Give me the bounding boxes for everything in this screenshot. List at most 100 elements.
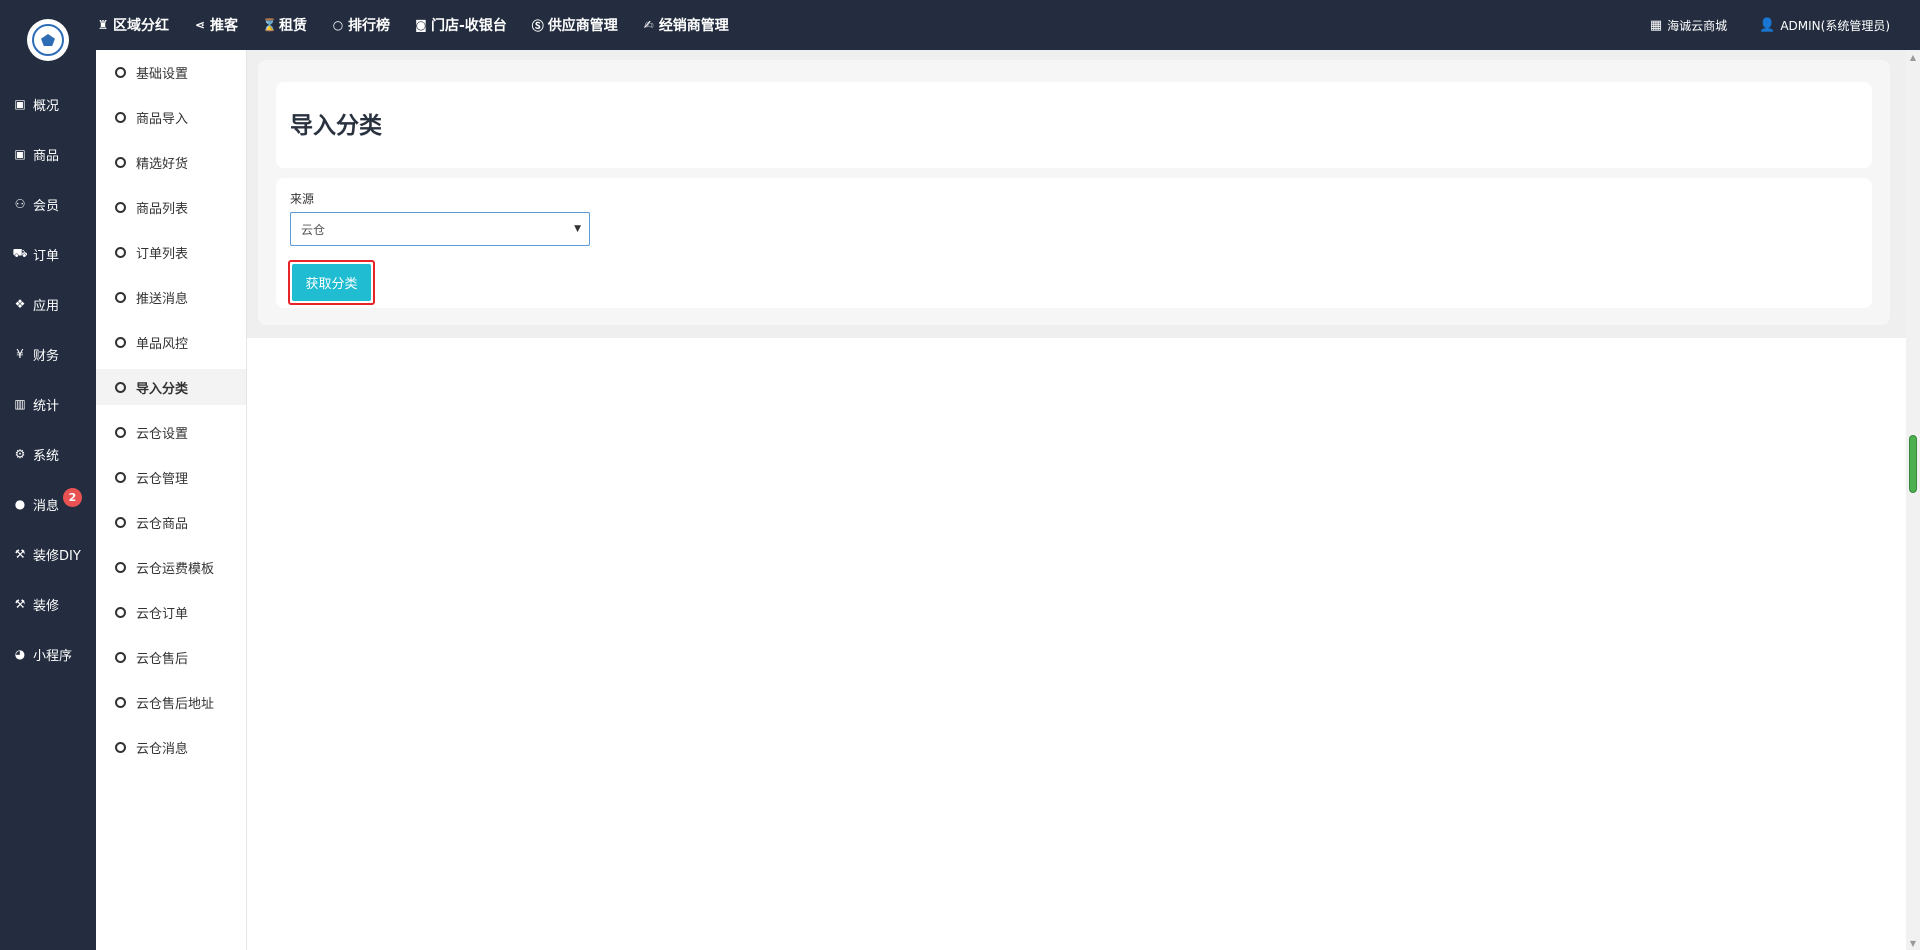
topnav-label: 门店-收银台 — [431, 18, 507, 34]
shop-label: 海诚云商城 — [1667, 18, 1728, 33]
topnav-item[interactable]: ○ 排行榜 — [331, 15, 390, 35]
submenu-item-label: 商品导入 — [136, 111, 189, 127]
chevron-down-icon: ▼ — [574, 224, 581, 234]
sidebar-item[interactable]: ⚙ 系统 — [0, 434, 96, 474]
submenu-item[interactable]: 商品导入 — [96, 99, 246, 135]
logo-mark — [32, 24, 64, 56]
submenu-item-label: 云仓设置 — [136, 426, 189, 442]
submenu-item[interactable]: 云仓订单 — [96, 594, 246, 630]
top-right-area: ▦ 海诚云商城 👤 ADMIN(系统管理员) — [1618, 0, 1890, 50]
submenu-item-label: 云仓售后地址 — [136, 696, 215, 712]
share-icon: ⋖ — [194, 18, 206, 32]
sidebar-item[interactable]: ⚒ 装修DIY — [0, 534, 96, 574]
sidebar-item[interactable]: ◕ 小程序 — [0, 634, 96, 674]
title-card: 导入分类 — [276, 82, 1872, 168]
topnav-label: 区域分红 — [113, 18, 169, 34]
submenu-item[interactable]: 单品风控 — [96, 324, 246, 360]
source-select-value: 云仓 — [301, 222, 326, 237]
page-scrollbar[interactable]: ▲ ▼ — [1906, 50, 1920, 950]
circle-icon — [115, 246, 126, 258]
form-card: 来源 云仓 ▼ 获取分类 — [276, 178, 1872, 308]
wechat-icon: ◕ — [14, 647, 26, 661]
circle-icon — [115, 471, 126, 483]
sidebar-item-label: 统计 — [33, 398, 60, 414]
submenu-item[interactable]: 云仓消息 — [96, 729, 246, 765]
submenu-item[interactable]: 云仓设置 — [96, 414, 246, 450]
topnav-item[interactable]: ♜ 区域分红 — [96, 15, 169, 35]
sidebar-item[interactable]: ▣ 商品 — [0, 134, 96, 174]
source-select[interactable]: 云仓 ▼ — [290, 212, 590, 246]
box-icon: ▣ — [14, 147, 26, 161]
comment-icon: ● — [14, 497, 26, 511]
sidebar-item[interactable]: ● 消息 2 — [0, 484, 96, 524]
source-label: 来源 — [290, 192, 315, 206]
sidebar-item-label: 小程序 — [33, 648, 73, 664]
submenu-item[interactable]: 云仓售后地址 — [96, 684, 246, 720]
submenu-item[interactable]: 云仓商品 — [96, 504, 246, 540]
cart-icon: ⛟ — [12, 246, 28, 260]
user-icon: 👤 — [1759, 17, 1776, 33]
topnav-item[interactable]: ⌛ 租赁 — [262, 15, 307, 35]
box-icon: ▣ — [14, 97, 26, 111]
sidebar-item[interactable]: ▣ 概况 — [0, 84, 96, 124]
hourglass-icon: ⌛ — [262, 18, 277, 32]
circle-icon — [115, 201, 126, 213]
scroll-up-icon[interactable]: ▲ — [1906, 50, 1920, 64]
submenu-item[interactable]: 导入分类 — [96, 369, 246, 405]
gavel-icon: ⚒ — [14, 547, 26, 561]
submenu-item-label: 云仓管理 — [136, 471, 189, 487]
topnav-label: 排行榜 — [348, 18, 390, 34]
submenu-item[interactable]: 云仓运费模板 — [96, 549, 246, 585]
topnav-item[interactable]: Ⓢ 供应商管理 — [531, 15, 618, 35]
topnav-label: 推客 — [210, 18, 238, 34]
fetch-category-button[interactable]: 获取分类 — [292, 264, 371, 301]
submenu-item[interactable]: 基础设置 — [96, 54, 246, 90]
circle-icon — [115, 336, 126, 348]
circle-icon — [115, 291, 126, 303]
sidebar-item[interactable]: ⚒ 装修 — [0, 584, 96, 624]
submenu-item-label: 云仓订单 — [136, 606, 189, 622]
submenu-item[interactable]: 云仓管理 — [96, 459, 246, 495]
submenu-item-label: 基础设置 — [136, 66, 189, 82]
submenu-item-label: 云仓消息 — [136, 741, 189, 757]
user-menu[interactable]: 👤 ADMIN(系统管理员) — [1759, 17, 1890, 34]
sidebar-item-label: 消息 — [33, 498, 60, 514]
cubes-icon: ❖ — [14, 297, 26, 311]
sub-menu: 基础设置商品导入精选好货商品列表订单列表推送消息单品风控导入分类云仓设置云仓管理… — [96, 50, 247, 950]
submenu-item-label: 单品风控 — [136, 336, 189, 352]
camera-icon: ◙ — [415, 18, 427, 32]
topnav-item[interactable]: ✍ 经销商管理 — [642, 15, 729, 35]
notification-badge: 2 — [63, 488, 82, 507]
scroll-thumb[interactable] — [1909, 435, 1917, 493]
submenu-item-label: 订单列表 — [136, 246, 189, 262]
submenu-item[interactable]: 商品列表 — [96, 189, 246, 225]
yen-icon: ¥ — [16, 347, 24, 361]
circle-icon — [115, 381, 126, 393]
sidebar-item-label: 财务 — [33, 348, 60, 364]
submenu-item-label: 导入分类 — [136, 381, 189, 397]
logo[interactable] — [27, 19, 69, 61]
sidebar-item[interactable]: ❖ 应用 — [0, 284, 96, 324]
topnav-item[interactable]: ◙ 门店-收银台 — [414, 15, 507, 35]
scroll-down-icon[interactable]: ▼ — [1906, 936, 1920, 950]
submenu-item[interactable]: 订单列表 — [96, 234, 246, 270]
submenu-item[interactable]: 精选好货 — [96, 144, 246, 180]
topnav-item[interactable]: ⋖ 推客 — [193, 15, 238, 35]
sidebar-item-label: 概况 — [33, 98, 60, 114]
page-title: 导入分类 — [290, 113, 382, 139]
topnav-label: 租赁 — [279, 18, 307, 34]
sidebar-item[interactable]: ¥ 财务 — [0, 334, 96, 374]
shop-link[interactable]: ▦ 海诚云商城 — [1650, 17, 1727, 34]
topnav-label: 供应商管理 — [547, 18, 618, 34]
submenu-item[interactable]: 云仓售后 — [96, 639, 246, 675]
sidebar-item[interactable]: ▥ 统计 — [0, 384, 96, 424]
submenu-item-label: 精选好货 — [136, 156, 189, 172]
main-sidebar: ▣ 概况 ▣ 商品 ⚇ 会员 ⛟ 订单 ❖ 应用 ¥ 财务 ▥ 统计 ⚙ 系统 ● 消息 2 ⚒ 装修DIY ⚒ 装修 ◕ 小程… — [0, 0, 96, 950]
sidebar-item[interactable]: ⛟ 订单 — [0, 234, 96, 274]
circle-icon — [115, 606, 126, 618]
submenu-item[interactable]: 推送消息 — [96, 279, 246, 315]
gavel-icon: ⚒ — [14, 597, 26, 611]
sidebar-item-label: 系统 — [33, 448, 60, 464]
sidebar-item[interactable]: ⚇ 会员 — [0, 184, 96, 224]
submenu-item-label: 云仓商品 — [136, 516, 189, 532]
